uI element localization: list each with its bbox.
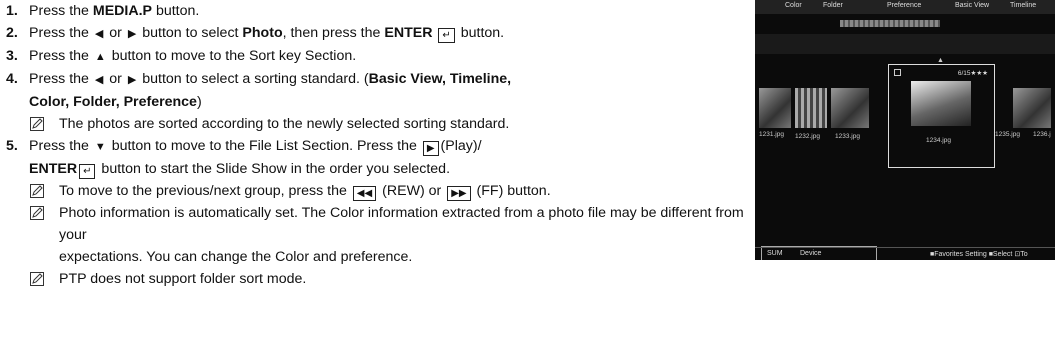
photo-caption: 1231.jpg <box>759 131 784 138</box>
note-icon <box>29 113 59 135</box>
note-text: To move to the previous/next group, pres… <box>59 183 351 199</box>
photo-rating: 6/15★★★ <box>957 70 988 77</box>
tv-screen-screenshot: Color Folder Preference Basic View Timel… <box>755 0 1055 260</box>
sort-options-label: Color, Folder, Preference <box>29 94 197 110</box>
device-label: Device <box>800 250 822 257</box>
down-arrow-icon: ▼ <box>94 141 106 153</box>
media-p-label: MEDIA.P <box>92 3 152 19</box>
photo-caption: 1234.jpg <box>926 137 951 144</box>
step-number: 5. <box>6 138 18 154</box>
note-step-4: The photos are sorted according to the n… <box>29 113 751 135</box>
step-text: button to move to the Sort key Section. <box>107 48 357 64</box>
tab-color: Color <box>785 2 802 9</box>
step-text: Press the <box>29 138 93 154</box>
note-step-5a: To move to the previous/next group, pres… <box>29 180 751 202</box>
step-3: 3. Press the ▲ button to move to the Sor… <box>6 45 751 68</box>
enter-key-icon: ↵ <box>438 28 455 43</box>
step-4: 4. Press the ◀ or ▶ button to select a s… <box>6 68 751 113</box>
note-text: (FF) button. <box>472 183 551 199</box>
enter-label: ENTER <box>29 161 78 177</box>
step-text: button. <box>456 25 505 41</box>
step-number: 3. <box>6 48 18 64</box>
photo-thumbnail <box>1013 88 1051 128</box>
note-step-5c: PTP does not support folder sort mode. <box>29 268 751 290</box>
step-text: (Play)/ <box>440 138 482 154</box>
step-text: button. <box>152 3 200 19</box>
photo-caption: 1236.j <box>1033 131 1051 138</box>
note-text: expectations. You can change the Color a… <box>59 249 413 265</box>
step-text: Press the <box>29 71 93 87</box>
tab-timeline: Timeline <box>1010 2 1037 9</box>
photo-thumbnail <box>759 88 791 128</box>
sum-label: SUM <box>767 250 783 257</box>
left-arrow-icon: ◀ <box>94 74 104 86</box>
step-number: 4. <box>6 71 18 87</box>
sort-options-label: Basic View, Timeline, <box>368 71 512 87</box>
step-number: 2. <box>6 25 18 41</box>
note-step-5b: Photo information is automatically set. … <box>29 202 751 268</box>
info-bar <box>755 34 1055 54</box>
photo-thumbnail <box>831 88 869 128</box>
step-text: Press the <box>29 48 93 64</box>
enter-key-icon: ↵ <box>79 164 96 179</box>
note-text: The photos are sorted according to the n… <box>59 116 510 132</box>
enter-label: ENTER <box>384 25 433 41</box>
note-icon <box>29 202 59 224</box>
step-text: , then press the <box>282 25 385 41</box>
play-key-icon: ▶︎ <box>422 141 439 156</box>
step-5: 5. Press the ▼ button to move to the Fil… <box>6 135 751 180</box>
fast-forward-key-icon: ▶▶ <box>447 186 471 201</box>
step-text: button to select a sorting standard. ( <box>138 71 369 87</box>
up-arrow-icon: ▲ <box>94 51 106 63</box>
timeline-bar <box>840 20 940 27</box>
tab-preference: Preference <box>887 2 922 9</box>
step-text: or <box>105 71 126 87</box>
instructions: 1. Press the MEDIA.P button. 2. Press th… <box>6 0 751 290</box>
footer-actions: ■Favorites Setting ■Select ⊡To <box>930 251 1028 258</box>
photo-thumbnail <box>795 88 827 128</box>
up-arrow-icon: ▲ <box>937 57 944 64</box>
step-text: button to start the Slide Show in the or… <box>97 161 451 177</box>
checkbox-icon <box>894 69 901 76</box>
right-arrow-icon: ▶ <box>127 28 137 40</box>
note-text: (REW) or <box>378 183 446 199</box>
tab-basic-view: Basic View <box>955 2 990 9</box>
photo-caption: 1233.jpg <box>835 133 860 140</box>
tab-folder: Folder <box>823 2 843 9</box>
step-text: button to select <box>138 25 243 41</box>
note-text: PTP does not support folder sort mode. <box>59 271 307 287</box>
step-1: 1. Press the MEDIA.P button. <box>6 0 751 22</box>
step-text: or <box>105 25 126 41</box>
left-arrow-icon: ◀ <box>94 28 104 40</box>
right-arrow-icon: ▶ <box>127 74 137 86</box>
rewind-key-icon: ◀◀ <box>352 186 377 201</box>
step-text: button to move to the File List Section.… <box>107 138 421 154</box>
step-number: 1. <box>6 3 18 19</box>
step-text: Press the <box>29 25 93 41</box>
photo-caption: 1232.jpg <box>795 133 820 140</box>
step-text: ) <box>196 94 202 110</box>
photo-preview <box>911 81 971 126</box>
step-2: 2. Press the ◀ or ▶ button to select Pho… <box>6 22 751 45</box>
photo-label: Photo <box>242 25 283 41</box>
note-icon <box>29 268 59 290</box>
footer-bar: SUM Device ■Favorites Setting ■Select ⊡T… <box>755 247 1055 260</box>
note-text: Photo information is automatically set. … <box>59 205 744 243</box>
selected-photo: 6/15★★★ 1234.jpg <box>888 64 995 168</box>
photo-caption: 1235.jpg <box>995 131 1020 138</box>
note-icon <box>29 180 59 202</box>
step-text: Press the <box>29 3 93 19</box>
sort-tabs: Color Folder Preference Basic View Timel… <box>755 0 1055 14</box>
